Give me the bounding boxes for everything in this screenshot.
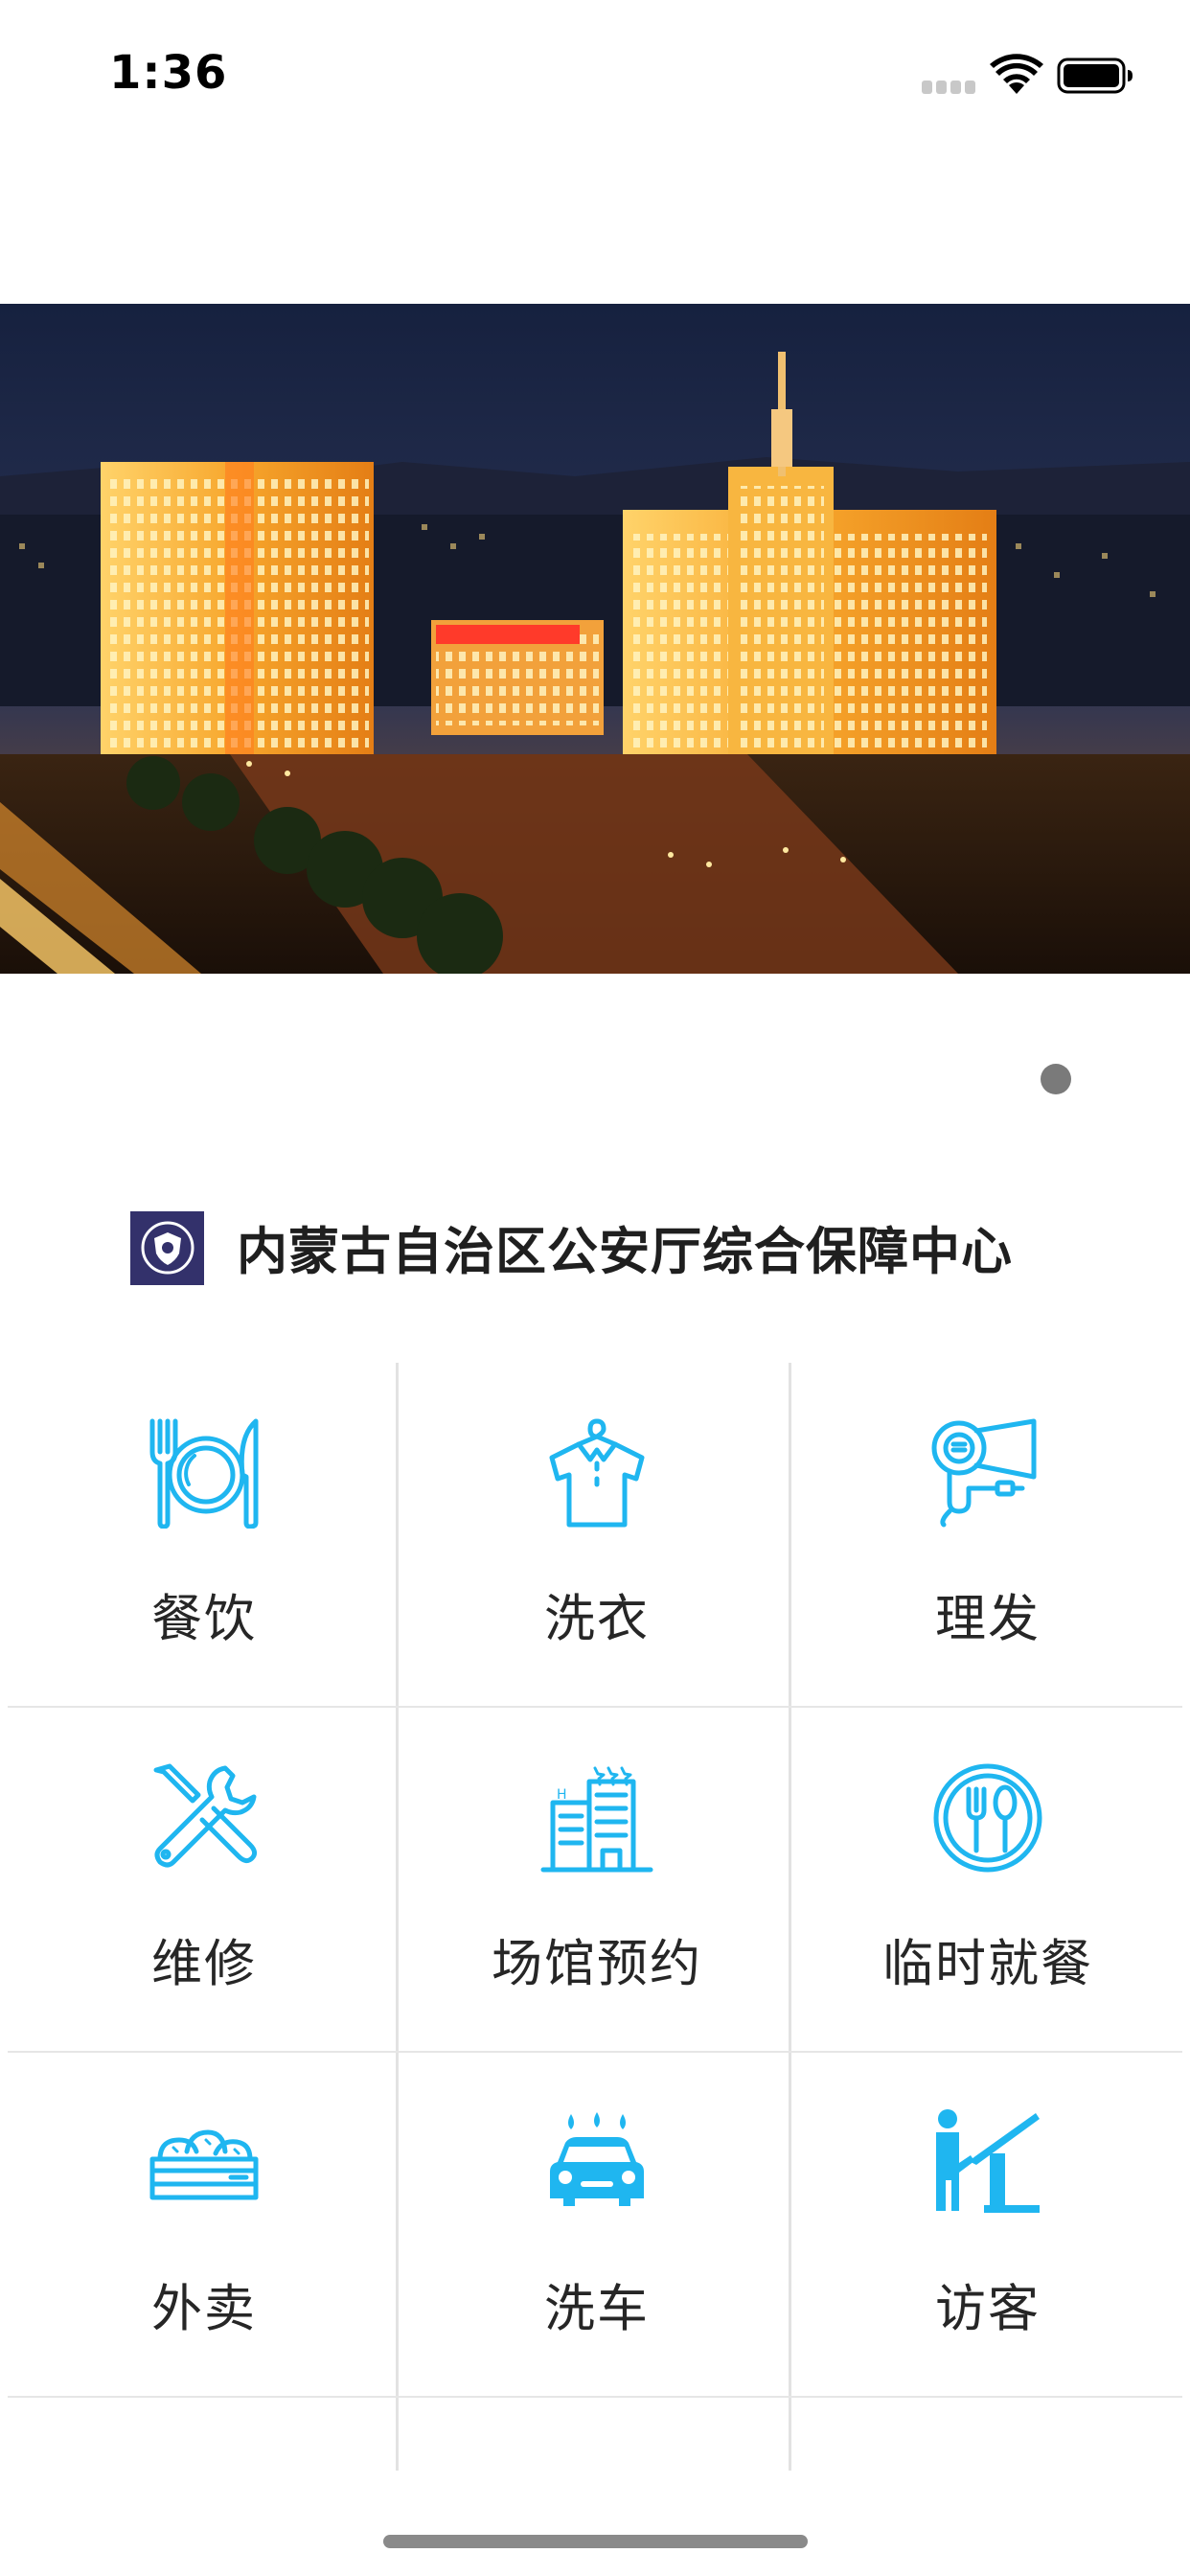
service-laundry[interactable]: 洗衣 xyxy=(400,1363,793,1706)
wifi-icon xyxy=(990,54,1043,94)
shirt-hanger-icon xyxy=(535,1411,659,1535)
service-temp-dining[interactable]: 临时就餐 xyxy=(791,1708,1184,2051)
status-bar: 1:36 xyxy=(0,0,1190,153)
service-label: 临时就餐 xyxy=(882,1935,1093,1993)
org-header: 内蒙古自治区公安厅综合保障中心 xyxy=(130,1209,1013,1286)
cellular-signal-icon xyxy=(922,80,977,94)
service-label: 访客 xyxy=(935,2280,1041,2338)
service-label: 洗车 xyxy=(544,2280,650,2338)
banner-image xyxy=(0,304,1190,974)
visitor-gate-icon xyxy=(926,2101,1050,2225)
hair-dryer-icon xyxy=(926,1411,1050,1535)
partial-service-icon xyxy=(142,2446,266,2471)
org-title: 内蒙古自治区公安厅综合保障中心 xyxy=(237,1223,1013,1281)
service-label: 外卖 xyxy=(151,2280,257,2338)
dining-plate-icon xyxy=(142,1411,266,1535)
service-venue-booking[interactable]: H 场馆预约 xyxy=(400,1708,793,2051)
service-label: 餐饮 xyxy=(151,1590,257,1648)
takeout-buns-icon xyxy=(142,2101,266,2225)
car-wash-icon xyxy=(535,2101,659,2225)
service-car-wash[interactable]: 洗车 xyxy=(400,2053,793,2396)
service-label: 场馆预约 xyxy=(492,1935,702,1993)
service-partial[interactable] xyxy=(8,2398,400,2471)
service-takeout[interactable]: 外卖 xyxy=(8,2053,400,2396)
service-label: 理发 xyxy=(935,1590,1041,1648)
hotel-building-icon: H xyxy=(535,1756,659,1880)
wrench-screwdriver-icon xyxy=(142,1756,266,1880)
service-haircut[interactable]: 理发 xyxy=(791,1363,1184,1706)
status-time: 1:36 xyxy=(109,46,228,100)
service-dining[interactable]: 餐饮 xyxy=(8,1363,400,1706)
police-shield-logo-icon xyxy=(130,1210,204,1285)
service-repair[interactable]: 维修 xyxy=(8,1708,400,2051)
fork-spoon-circle-icon xyxy=(926,1756,1050,1880)
service-label: 洗衣 xyxy=(544,1590,650,1648)
battery-icon xyxy=(1057,58,1133,94)
svg-text:H: H xyxy=(557,1787,567,1803)
carousel-page-dot[interactable] xyxy=(1041,1064,1071,1094)
service-label: 维修 xyxy=(151,1935,257,1993)
service-visitor[interactable]: 访客 xyxy=(791,2053,1184,2396)
home-indicator[interactable] xyxy=(383,2535,808,2548)
banner-carousel[interactable] xyxy=(0,304,1190,974)
